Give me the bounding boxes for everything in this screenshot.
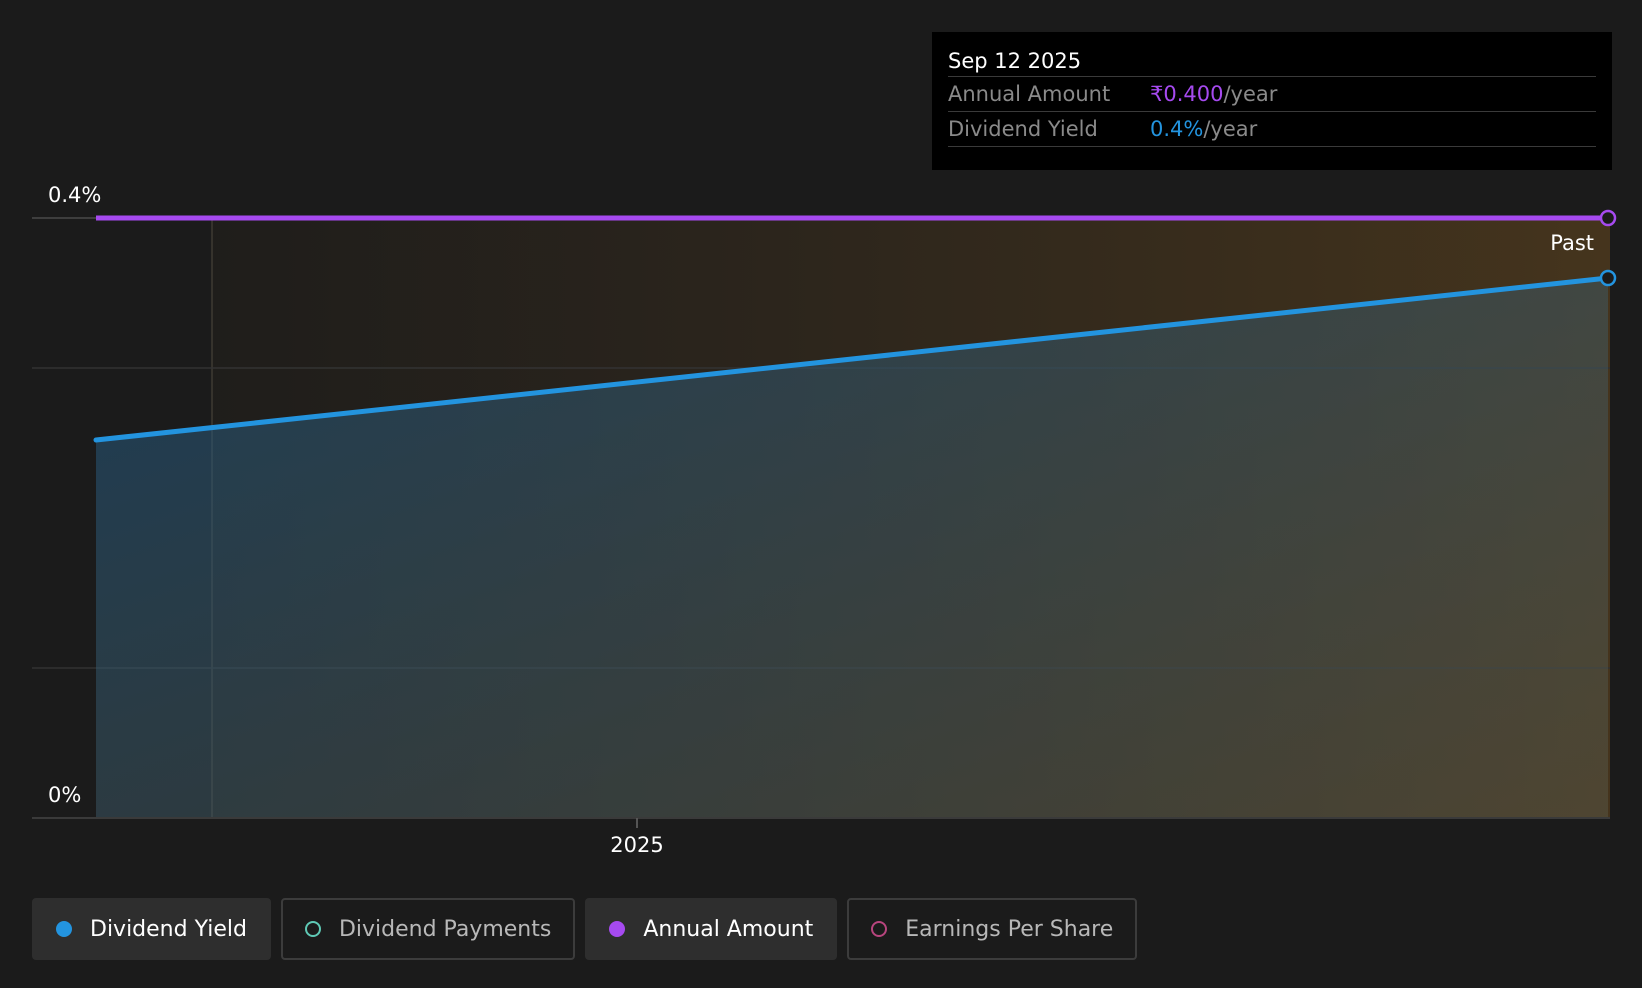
tooltip-value: 0.4%	[1150, 117, 1204, 141]
tooltip-unit: /year	[1223, 82, 1278, 106]
legend: Dividend Yield Dividend Payments Annual …	[32, 898, 1147, 960]
legend-dividend-yield[interactable]: Dividend Yield	[32, 898, 271, 960]
legend-annual-amount[interactable]: Annual Amount	[585, 898, 838, 960]
y-tick-label-top: 0.4%	[48, 183, 101, 207]
tooltip-date: Sep 12 2025	[948, 46, 1596, 77]
legend-earnings-per-share[interactable]: Earnings Per Share	[847, 898, 1138, 960]
x-tick-label: 2025	[610, 833, 663, 857]
legend-label: Earnings Per Share	[905, 916, 1114, 942]
legend-label: Dividend Payments	[338, 916, 552, 942]
dividend-yield-dot-icon	[56, 921, 72, 937]
y-tick-label-bottom: 0%	[48, 783, 81, 807]
tooltip: Sep 12 2025 Annual Amount ₹0.400 /year D…	[932, 32, 1612, 170]
tooltip-label: Dividend Yield	[948, 117, 1098, 141]
dividend-yield-end-point[interactable]	[1599, 269, 1617, 287]
tooltip-value: ₹0.400	[1150, 82, 1224, 106]
tooltip-label: Annual Amount	[948, 82, 1111, 106]
annual-amount-dot-icon	[609, 921, 626, 937]
tooltip-row-annual-amount: Annual Amount ₹0.400 /year	[948, 77, 1596, 112]
legend-label: Annual Amount	[643, 916, 814, 942]
earnings-per-share-dot-icon	[871, 921, 888, 937]
legend-label: Dividend Yield	[90, 916, 247, 942]
legend-dividend-payments[interactable]: Dividend Payments	[280, 898, 576, 960]
tooltip-unit: /year	[1203, 117, 1258, 141]
dividend-payments-dot-icon	[304, 921, 321, 937]
tooltip-row-dividend-yield: Dividend Yield 0.4% /year	[948, 112, 1596, 147]
annual-amount-end-point[interactable]	[1599, 209, 1617, 227]
past-label: Past	[1550, 231, 1594, 255]
